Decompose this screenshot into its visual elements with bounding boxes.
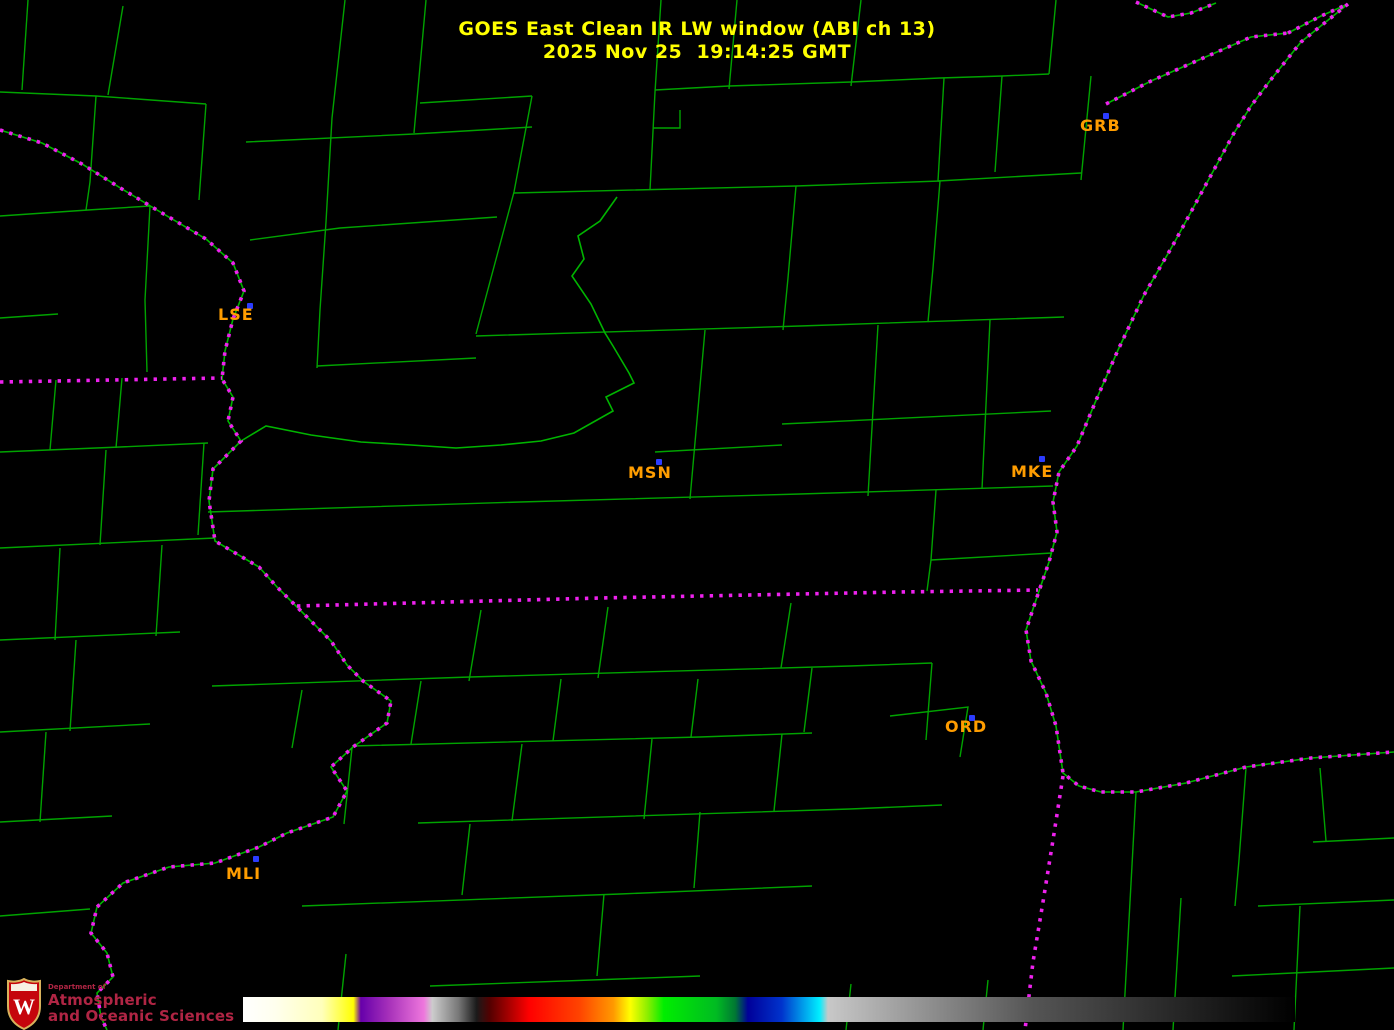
- state-border-dots-layer: [0, 0, 1394, 1030]
- map-overlay: [0, 0, 1394, 1030]
- bay-north-shoreline-line: [1135, 1, 1217, 18]
- station-label-mli: MLI: [226, 864, 262, 883]
- station-label-mke: MKE: [1011, 462, 1054, 481]
- logo-text: Department of Atmospheric and Oceanic Sc…: [48, 984, 234, 1024]
- station-label-msn: MSN: [628, 463, 672, 482]
- river-shoreline-layer: [0, 1, 1394, 1030]
- wisconsin-river-line: [240, 196, 636, 449]
- title-line-1: GOES East Clean IR LW window (ABI ch 13): [458, 18, 936, 40]
- title-line-2: 2025 Nov 25 19:14:25 GMT: [542, 41, 852, 63]
- satellite-image-viewport: LSE GRB MSN MKE ORD MLI GOES East Clean IR LW…: [0, 0, 1394, 1030]
- logo-name-line-2: and Oceanic Sciences: [48, 1007, 235, 1025]
- image-title: GOES East Clean IR LW window (ABI ch 13)…: [0, 18, 1394, 64]
- uw-crest-icon: W: [7, 978, 41, 1030]
- logo-dept-line: Department of: [48, 983, 106, 991]
- logo-name-line-1: Atmospheric: [48, 991, 157, 1009]
- crest-letter: W: [13, 994, 35, 1019]
- wi-il-state-border: [296, 588, 1039, 608]
- bay-north-shoreline-border: [1135, 0, 1217, 19]
- station-label-grb: GRB: [1080, 116, 1121, 135]
- station-dot-mli: [253, 856, 259, 862]
- station-label-lse: LSE: [218, 305, 254, 324]
- aos-logo: W Department of Atmospheric and Oceanic …: [6, 978, 236, 1030]
- il-in-state-border: [1023, 775, 1065, 1030]
- mn-ia-state-border: [0, 376, 223, 384]
- station-label-ord: ORD: [945, 717, 988, 736]
- county-boundaries-layer: [0, 0, 1394, 1030]
- ir-temperature-colorbar: [243, 997, 1295, 1022]
